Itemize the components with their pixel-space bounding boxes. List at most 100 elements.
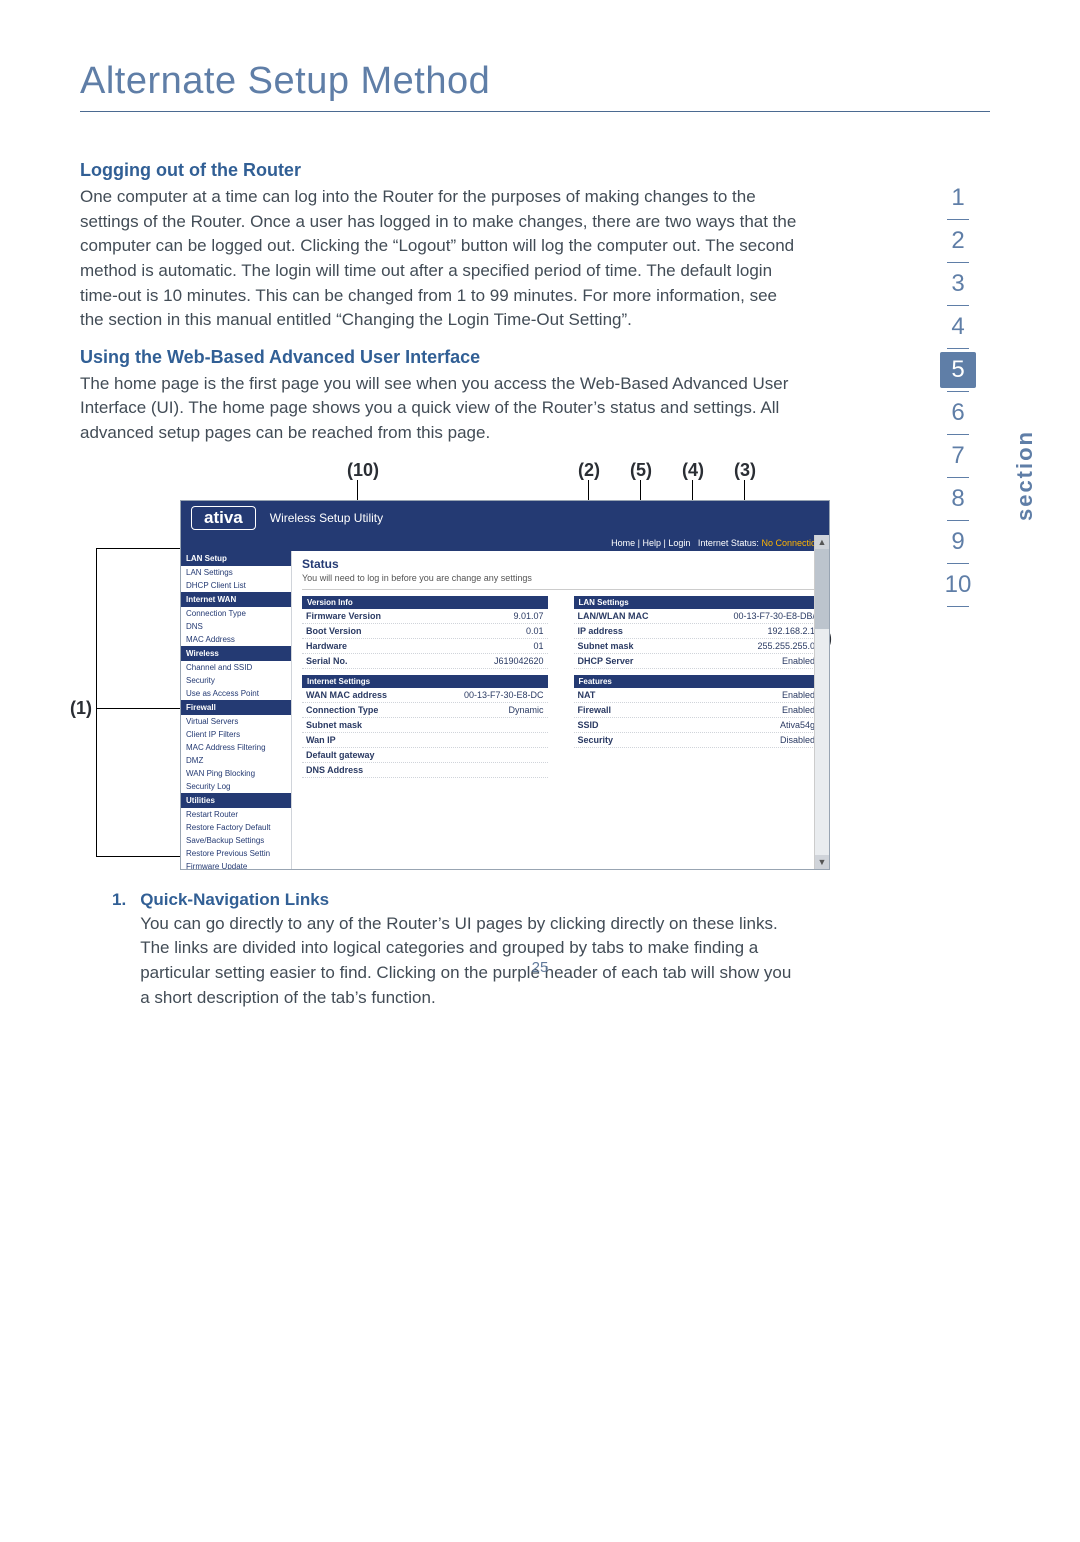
nat-val: Enabled [782,690,815,700]
sidebar-item-dmz[interactable]: DMZ [181,754,291,767]
internet-status-label: Internet Status: [698,538,759,548]
description-list: 1. Quick-Navigation Links You can go dir… [112,890,792,1011]
wanip-label: Wan IP [306,735,336,745]
dhcps-val: Enabled [782,656,815,666]
ctype-val: Dynamic [508,705,543,715]
ctype-label: Connection Type [306,705,378,715]
brand-logo: ativa [191,506,256,530]
sidebar-header-wireless[interactable]: Wireless [181,646,291,661]
defgw-label: Default gateway [306,750,375,760]
sidebar-item-lansettings[interactable]: LAN Settings [181,566,291,579]
sidebar-header-firewall[interactable]: Firewall [181,700,291,715]
sidebar-item-seclog[interactable]: Security Log [181,780,291,793]
nat-label: NAT [578,690,596,700]
section-nav-6[interactable]: 6 [936,395,980,431]
ip-label: IP address [578,626,623,636]
sidebar-header-internetwan[interactable]: Internet WAN [181,592,291,607]
section-nav-7[interactable]: 7 [936,438,980,474]
wmac-val: 00-13-F7-30-E8-DC [464,690,544,700]
scroll-thumb[interactable] [815,549,829,629]
section-nav-2[interactable]: 2 [936,223,980,259]
panel-features: Features [574,675,820,688]
sidebar-item-savebackup[interactable]: Save/Backup Settings [181,834,291,847]
router-topbar: ativa Wireless Setup Utility [181,501,829,535]
title-rule [80,111,990,112]
section-nav-8[interactable]: 8 [936,481,980,517]
section-nav-4[interactable]: 4 [936,309,980,345]
desc1-number: 1. [112,890,126,1011]
section-nav-9[interactable]: 9 [936,524,980,560]
sidebar-item-wanping[interactable]: WAN Ping Blocking [181,767,291,780]
sidebar-item-restoreprev[interactable]: Restore Previous Settin [181,847,291,860]
callout-1: (1) [70,698,92,719]
sidebar-item-macfilter[interactable]: MAC Address Filtering [181,741,291,754]
sidebar-item-vservers[interactable]: Virtual Servers [181,715,291,728]
ssid-label: SSID [578,720,599,730]
fwf-val: Enabled [782,705,815,715]
page-number: 25 [0,959,1080,976]
status-heading: Status [302,557,819,571]
router-main: Status You will need to log in before yo… [292,551,829,869]
sidebar-item-mac[interactable]: MAC Address [181,633,291,646]
boot-val: 0.01 [526,626,544,636]
hw-label: Hardware [306,641,347,651]
fwf-label: Firewall [578,705,612,715]
scroll-down-icon[interactable]: ▼ [815,855,829,869]
side-label-section: section [1012,430,1038,521]
para-logout: One computer at a time can log into the … [80,185,800,333]
sidebar-item-dns[interactable]: DNS [181,620,291,633]
router-sidebar: LAN Setup LAN Settings DHCP Client List … [181,551,292,869]
sn-label: Serial No. [306,656,348,666]
sidebar-item-security[interactable]: Security [181,674,291,687]
section-nav-1[interactable]: 1 [936,180,980,216]
subm-label: Subnet mask [578,641,634,651]
sidebar-item-clientip[interactable]: Client IP Filters [181,728,291,741]
callout-2: (2) [578,460,600,481]
sub-label: Subnet mask [306,720,362,730]
sidebar-item-useap[interactable]: Use as Access Point [181,687,291,700]
login-note: You will need to log in before you are c… [302,571,819,590]
sidebar-item-restorefd[interactable]: Restore Factory Default [181,821,291,834]
sidebar-header-lansetup[interactable]: LAN Setup [181,551,291,566]
lanmac-val: 00-13-F7-30-E8-DB/ [733,611,815,621]
link-home[interactable]: Home [611,538,635,548]
section-nav: 1 2 3 4 5 6 7 8 9 10 [936,180,980,610]
section-nav-5[interactable]: 5 [940,352,976,388]
callout-5: (5) [630,460,652,481]
router-toplinks: Home | Help | Login Internet Status: No … [181,535,829,551]
secf-val: Disabled [780,735,815,745]
sidebar-item-restart[interactable]: Restart Router [181,808,291,821]
fw-val: 9.01.07 [513,611,543,621]
boot-label: Boot Version [306,626,362,636]
page-title: Alternate Setup Method [80,60,990,103]
sidebar-item-conntype[interactable]: Connection Type [181,607,291,620]
ip-val: 192.168.2.1 [767,626,815,636]
section-nav-3[interactable]: 3 [936,266,980,302]
sidebar-item-dhcpclient[interactable]: DHCP Client List [181,579,291,592]
router-ui: ativa Wireless Setup Utility Home | Help… [180,500,830,870]
desc1-title: Quick-Navigation Links [140,890,792,910]
secf-label: Security [578,735,614,745]
lanmac-label: LAN/WLAN MAC [578,611,649,621]
callout-4: (4) [682,460,704,481]
fw-label: Firmware Version [306,611,381,621]
scroll-up-icon[interactable]: ▲ [815,535,829,549]
utility-title: Wireless Setup Utility [270,511,383,525]
callout-10: (10) [347,460,379,481]
sidebar-item-chanssid[interactable]: Channel and SSID [181,661,291,674]
para-webui: The home page is the first page you will… [80,372,800,446]
link-login[interactable]: Login [668,538,690,548]
callout-3: (3) [734,460,756,481]
internet-status-value: No Connection [761,538,821,548]
sidebar-header-utilities[interactable]: Utilities [181,793,291,808]
sn-val: J619042620 [494,656,544,666]
section-nav-10[interactable]: 10 [936,567,980,603]
link-help[interactable]: Help [642,538,661,548]
hw-val: 01 [533,641,543,651]
dhcps-label: DHCP Server [578,656,634,666]
ssid-val: Ativa54g [780,720,815,730]
panel-versioninfo: Version Info [302,596,548,609]
sidebar-item-fwupdate[interactable]: Firmware Update [181,860,291,870]
subm-val: 255.255.255.0 [757,641,815,651]
scrollbar[interactable]: ▲ ▼ [814,535,829,869]
